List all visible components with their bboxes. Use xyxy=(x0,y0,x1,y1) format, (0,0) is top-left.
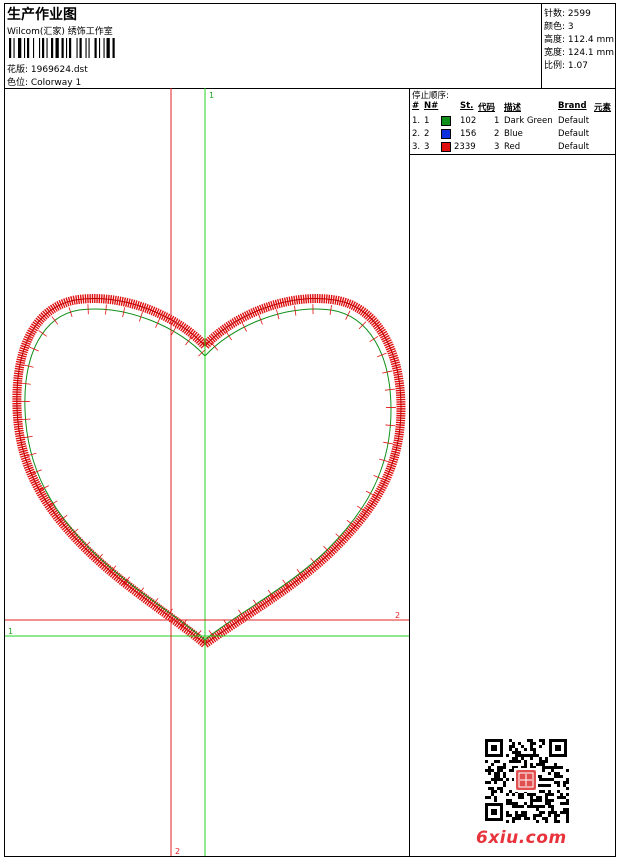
row-stitches: 102 xyxy=(460,116,477,126)
red-tie-stitches xyxy=(19,304,396,639)
green-h-guide-label: 1 xyxy=(8,627,13,636)
design-stats: 针数: 2599 颜色: 3 高度: 112.4 mm 宽度: 124.1 mm… xyxy=(541,4,616,89)
col-header-num: # xyxy=(412,101,420,111)
design-height: 高度: 112.4 mm xyxy=(544,35,615,45)
row-code: 1 xyxy=(494,116,500,126)
red-satin-inner-edge xyxy=(16,298,402,645)
row-num: 3. xyxy=(412,142,421,152)
row-desc: Dark Green xyxy=(504,116,553,126)
color-swatch-red xyxy=(441,142,451,152)
stop-sequence-table: 停止顺序: # N# St. 代码 描述 Brand 元素 1. 1 102 1… xyxy=(410,88,616,155)
col-header-n: N# xyxy=(424,101,439,111)
row-stitches: 2339 xyxy=(454,142,476,152)
col-header-stitches: St. xyxy=(460,101,474,111)
qr-center-seal-icon xyxy=(514,768,538,792)
green-v-guide-label: 1 xyxy=(209,91,214,100)
row-n: 2 xyxy=(424,129,430,139)
red-h-guide-label: 2 xyxy=(395,611,400,620)
col-header-brand: Brand xyxy=(558,101,587,111)
col-header-code: 代码 xyxy=(478,103,496,113)
colorway-label: 色位: Colorway 1 xyxy=(7,78,82,88)
design-scale: 比例: 1.07 xyxy=(544,61,588,71)
company-name: Wilcom(汇家) 绣饰工作室 xyxy=(7,27,113,37)
stitch-count: 针数: 2599 xyxy=(544,9,591,19)
col-header-desc: 描述 xyxy=(504,103,522,113)
row-n: 3 xyxy=(424,142,430,152)
design-canvas: 1 1 2 2 xyxy=(5,88,409,856)
stop-sequence-title: 停止顺序: xyxy=(412,91,449,101)
worksheet-header: 生产作业图 Wilcom(汇家) 绣饰工作室 花版: 1969624.dst 色… xyxy=(5,4,541,89)
row-desc: Blue xyxy=(504,129,523,139)
page-title: 生产作业图 xyxy=(7,7,77,23)
col-header-element: 元素 xyxy=(594,103,612,113)
red-satin-border xyxy=(12,294,406,650)
row-desc: Red xyxy=(504,142,521,152)
color-swatch-blue xyxy=(441,129,451,139)
row-stitches: 156 xyxy=(460,129,477,139)
red-v-guide-label: 2 xyxy=(175,847,180,856)
row-brand: Default xyxy=(558,129,590,139)
row-brand: Default xyxy=(558,116,590,126)
design-width: 宽度: 124.1 mm xyxy=(544,48,615,58)
row-code: 2 xyxy=(494,129,500,139)
color-swatch-green xyxy=(441,116,451,126)
row-n: 1 xyxy=(424,116,430,126)
site-watermark: 6xiu.com xyxy=(476,828,567,848)
color-count: 颜色: 3 xyxy=(544,22,574,32)
qr-code xyxy=(483,737,569,823)
row-brand: Default xyxy=(558,142,590,152)
design-file-label: 花版: 1969624.dst xyxy=(7,65,88,75)
barcode xyxy=(9,38,115,58)
row-num: 2. xyxy=(412,129,421,139)
row-num: 1. xyxy=(412,116,421,126)
alignment-guides: 1 1 2 2 xyxy=(5,88,409,856)
heart-design xyxy=(12,294,406,650)
production-worksheet: 生产作业图 Wilcom(汇家) 绣饰工作室 花版: 1969624.dst 色… xyxy=(4,3,616,857)
stop-sequence-panel: 停止顺序: # N# St. 代码 描述 Brand 元素 1. 1 102 1… xyxy=(409,88,616,856)
row-code: 3 xyxy=(494,142,500,152)
green-underlay-run xyxy=(24,308,392,641)
